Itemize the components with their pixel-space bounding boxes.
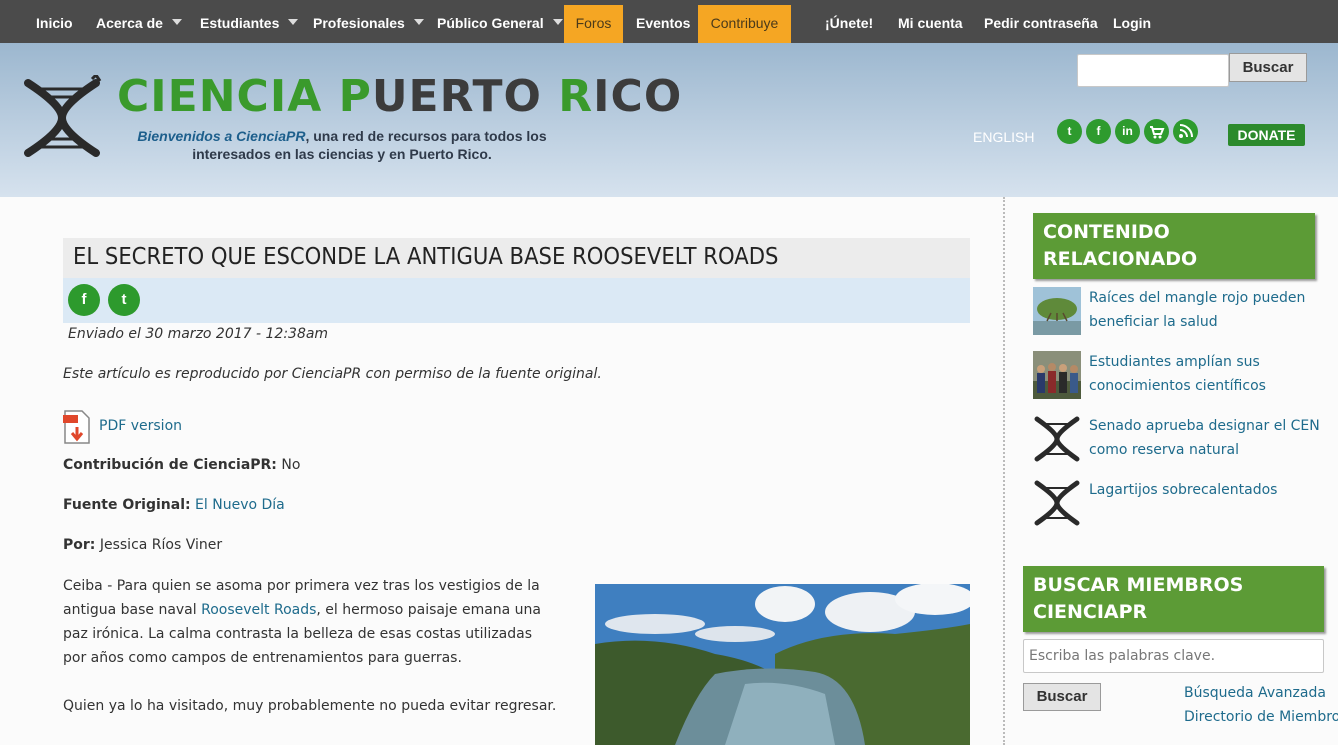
- nav-inicio[interactable]: Inicio: [36, 5, 73, 43]
- nav-label: Contribuye: [710, 15, 779, 31]
- pdf-file-icon[interactable]: [63, 410, 91, 444]
- cart-icon[interactable]: [1144, 119, 1169, 144]
- article-title-bar: EL SECRETO QUE ESCONDE LA ANTIGUA BASE R…: [63, 238, 970, 278]
- site-search-button[interactable]: Buscar: [1229, 53, 1307, 82]
- pdf-version-link[interactable]: PDF version: [99, 418, 182, 434]
- caret-down-icon: [288, 19, 299, 25]
- nav-label: Inicio: [36, 15, 73, 31]
- share-bar: f t: [63, 278, 970, 323]
- nav-label: Acerca de: [96, 15, 163, 31]
- related-link[interactable]: Raíces del mangle rojo pueden beneficiar…: [1089, 286, 1329, 334]
- nav-label: Foros: [575, 15, 612, 31]
- cienciapr-logo-icon[interactable]: [1033, 479, 1081, 527]
- author-field: Por: Jessica Ríos Viner: [63, 537, 222, 553]
- nav-acerca[interactable]: Acerca de: [96, 5, 182, 43]
- nav-label: Estudiantes: [200, 15, 280, 31]
- nav-label: ¡Únete!: [825, 15, 874, 31]
- field-label: Contribución de CienciaPR:: [63, 457, 277, 473]
- linkedin-icon[interactable]: in: [1115, 119, 1140, 144]
- related-link[interactable]: Estudiantes amplían sus conocimientos ci…: [1089, 350, 1329, 398]
- site-header: CIENCIA PUERTO RICO Bienvenidos a Cienci…: [0, 43, 1338, 197]
- title-text: ICO: [593, 71, 683, 122]
- related-link[interactable]: Senado aprueba designar el CEN como rese…: [1089, 414, 1329, 462]
- caret-down-icon: [552, 19, 563, 25]
- nav-mi-cuenta[interactable]: Mi cuenta: [898, 5, 963, 43]
- nav-publico-general[interactable]: Público General: [437, 5, 563, 43]
- nav-contribuye[interactable]: Contribuye: [698, 5, 791, 43]
- title-letter-r: R: [558, 71, 594, 122]
- source-link[interactable]: El Nuevo Día: [195, 497, 285, 513]
- field-label: Fuente Original:: [63, 497, 191, 513]
- field-label: Por:: [63, 537, 96, 553]
- rss-icon[interactable]: [1173, 119, 1198, 144]
- article-paragraph: Ceiba - Para quien se asoma por primera …: [63, 574, 558, 670]
- advanced-search-link[interactable]: Búsqueda Avanzada: [1184, 685, 1326, 701]
- title-letter-p: P: [338, 71, 372, 122]
- source-field: Fuente Original: El Nuevo Día: [63, 497, 285, 513]
- reproduced-note: Este artículo es reproducido por Ciencia…: [63, 366, 602, 382]
- facebook-icon[interactable]: f: [1086, 119, 1111, 144]
- caret-down-icon: [413, 19, 424, 25]
- nav-label: Mi cuenta: [898, 15, 963, 31]
- facebook-icon[interactable]: f: [68, 284, 100, 316]
- field-value: No: [281, 457, 301, 473]
- member-search-heading: BUSCAR MIEMBROS CIENCIAPR: [1023, 566, 1324, 632]
- nav-label: Eventos: [636, 15, 691, 31]
- twitter-icon[interactable]: t: [108, 284, 140, 316]
- cienciapr-logo-icon[interactable]: [22, 75, 102, 161]
- member-search-button[interactable]: Buscar: [1023, 683, 1101, 711]
- paragraph-text: Quien ya lo ha visitado, muy probablemen…: [63, 698, 557, 714]
- title-text: UERTO: [371, 71, 559, 122]
- page-title: EL SECRETO QUE ESCONDE LA ANTIGUA BASE R…: [73, 244, 779, 270]
- donate-button[interactable]: DONATE: [1228, 124, 1305, 146]
- nav-label: Profesionales: [313, 15, 405, 31]
- member-search-input[interactable]: Escriba las palabras clave.: [1023, 639, 1324, 673]
- article-photo: [595, 584, 970, 745]
- nav-pedir-contrasena[interactable]: Pedir contraseña: [984, 5, 1098, 43]
- nav-label: Pedir contraseña: [984, 15, 1098, 31]
- nav-foros[interactable]: Foros: [564, 5, 623, 43]
- students-photo[interactable]: [1033, 351, 1081, 399]
- tagline-emphasis: Bienvenidos a CienciaPR: [137, 128, 306, 144]
- language-link[interactable]: ENGLISH: [973, 129, 1034, 145]
- related-link[interactable]: Lagartijos sobrecalentados: [1089, 478, 1329, 502]
- cienciapr-logo-icon[interactable]: [1033, 415, 1081, 463]
- nav-unete[interactable]: ¡Únete!: [825, 5, 873, 43]
- nav-label: Login: [1113, 15, 1152, 31]
- submitted-date: Enviado el 30 marzo 2017 - 12:38am: [68, 326, 329, 342]
- sidebar-divider: [1003, 197, 1005, 745]
- related-content-heading: CONTENIDO RELACIONADO: [1033, 213, 1315, 279]
- nav-login[interactable]: Login: [1113, 5, 1151, 43]
- caret-down-icon: [171, 19, 182, 25]
- article-paragraph: Quien ya lo ha visitado, muy probablemen…: [63, 694, 558, 718]
- mangrove-photo[interactable]: [1033, 287, 1081, 335]
- nav-eventos[interactable]: Eventos: [636, 5, 690, 43]
- nav-estudiantes[interactable]: Estudiantes: [200, 5, 299, 43]
- site-search-input[interactable]: [1077, 54, 1229, 87]
- contribution-field: Contribución de CienciaPR: No: [63, 457, 300, 473]
- site-tagline: Bienvenidos a CienciaPR, una red de recu…: [117, 127, 567, 163]
- top-navigation: Inicio Acerca de Estudiantes Profesional…: [0, 0, 1338, 43]
- member-directory-link[interactable]: Directorio de Miembros: [1184, 709, 1338, 725]
- nav-profesionales[interactable]: Profesionales: [313, 5, 424, 43]
- twitter-icon[interactable]: t: [1057, 119, 1082, 144]
- nav-label: Público General: [437, 15, 544, 31]
- roosevelt-roads-link[interactable]: Roosevelt Roads: [201, 602, 316, 618]
- title-text: CIENCIA: [117, 71, 339, 122]
- field-value: Jessica Ríos Viner: [99, 537, 223, 553]
- site-title[interactable]: CIENCIA PUERTO RICO: [117, 71, 682, 122]
